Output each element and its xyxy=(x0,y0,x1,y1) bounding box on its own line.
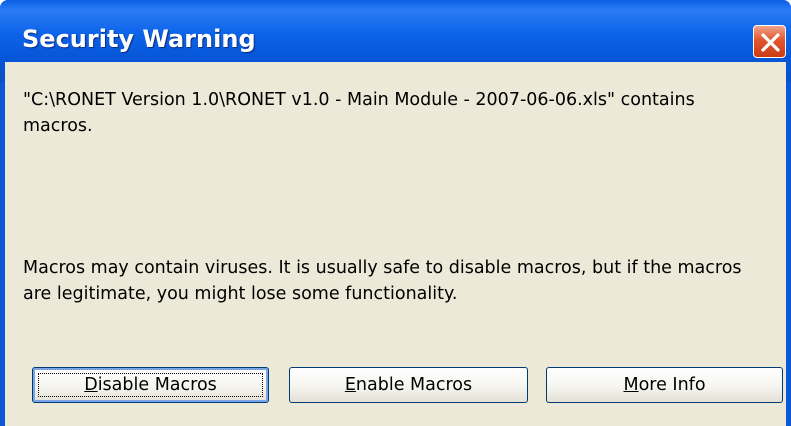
dialog-body: "C:\RONET Version 1.0\RONET v1.0 - Main … xyxy=(5,62,786,426)
security-warning-dialog: Security Warning "C:\RONET Version 1.0\R… xyxy=(0,0,791,426)
close-icon xyxy=(761,33,780,52)
more-info-button[interactable]: More Info xyxy=(546,367,783,403)
file-contains-macros-message: "C:\RONET Version 1.0\RONET v1.0 - Main … xyxy=(23,90,695,136)
disable-label-rest: isable Macros xyxy=(97,375,217,395)
dialog-title: Security Warning xyxy=(22,25,256,53)
disable-accel-key: D xyxy=(84,375,98,395)
more-accel-key: M xyxy=(623,375,639,395)
close-button[interactable] xyxy=(753,25,786,58)
enable-label-rest: nable Macros xyxy=(355,375,473,395)
enable-accel-key: E xyxy=(344,375,356,395)
macro-virus-warning-message: Macros may contain viruses. It is usuall… xyxy=(23,258,742,304)
disable-macros-button[interactable]: Disable Macros xyxy=(32,367,269,403)
more-label-rest: ore Info xyxy=(638,375,706,395)
enable-macros-button[interactable]: Enable Macros xyxy=(289,367,528,403)
